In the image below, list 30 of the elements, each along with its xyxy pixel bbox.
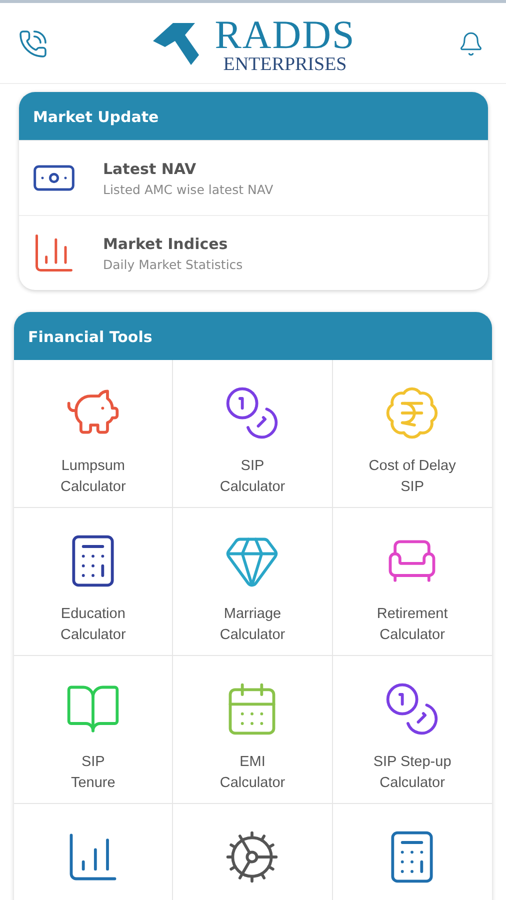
tool-label: SIP Step-up Calculator (373, 753, 452, 793)
tool-label: Marriage Calculator (220, 605, 286, 645)
tool-label: Education Calculator (60, 605, 126, 645)
tool-label: Cost of Delay SIP (368, 457, 456, 497)
tool-label: Lumpsum Calculator (60, 457, 126, 497)
tool-tile[interactable]: Cost of Delay SIP (332, 360, 492, 508)
market-update-item[interactable]: Latest NAV Listed AMC wise latest NAV (19, 140, 488, 215)
tool-tile[interactable]: SIP Step-up Calculator (332, 656, 492, 804)
item-title: Latest NAV (103, 160, 198, 178)
card-title: Financial Tools (14, 312, 492, 360)
item-subtitle: Daily Market Statistics (103, 256, 243, 272)
tool-tile[interactable]: EMI Calculator (173, 656, 333, 804)
tool-label: SIP Calculator (220, 457, 286, 497)
tool-label: SIP Tenure (70, 753, 116, 793)
bell-icon[interactable] (458, 31, 484, 57)
tool-tile[interactable]: Marriage Calculator (173, 508, 333, 656)
market-update-item[interactable]: Market Indices Daily Market Statistics (19, 215, 488, 290)
tool-tile[interactable]: SIP Calculator (173, 360, 333, 508)
tool-tile[interactable]: Lumpsum Calculator (14, 360, 174, 508)
logo-title: RADDS (214, 14, 356, 54)
tool-label: Retirement Calculator (376, 605, 448, 645)
tool-tile[interactable]: Retirement Calculator (332, 508, 492, 656)
item-title: Market Indices (103, 234, 229, 252)
item-subtitle: Listed AMC wise latest NAV (103, 182, 274, 196)
tool-tile[interactable]: Education Calculator (14, 508, 174, 656)
phone-icon[interactable] (18, 29, 48, 59)
logo-subtitle: ENTERPRISES (223, 54, 347, 74)
tool-tile[interactable]: SIP Tenure (14, 656, 174, 804)
card-title: Market Update (19, 92, 488, 140)
tool-label: EMI Calculator (220, 753, 286, 793)
